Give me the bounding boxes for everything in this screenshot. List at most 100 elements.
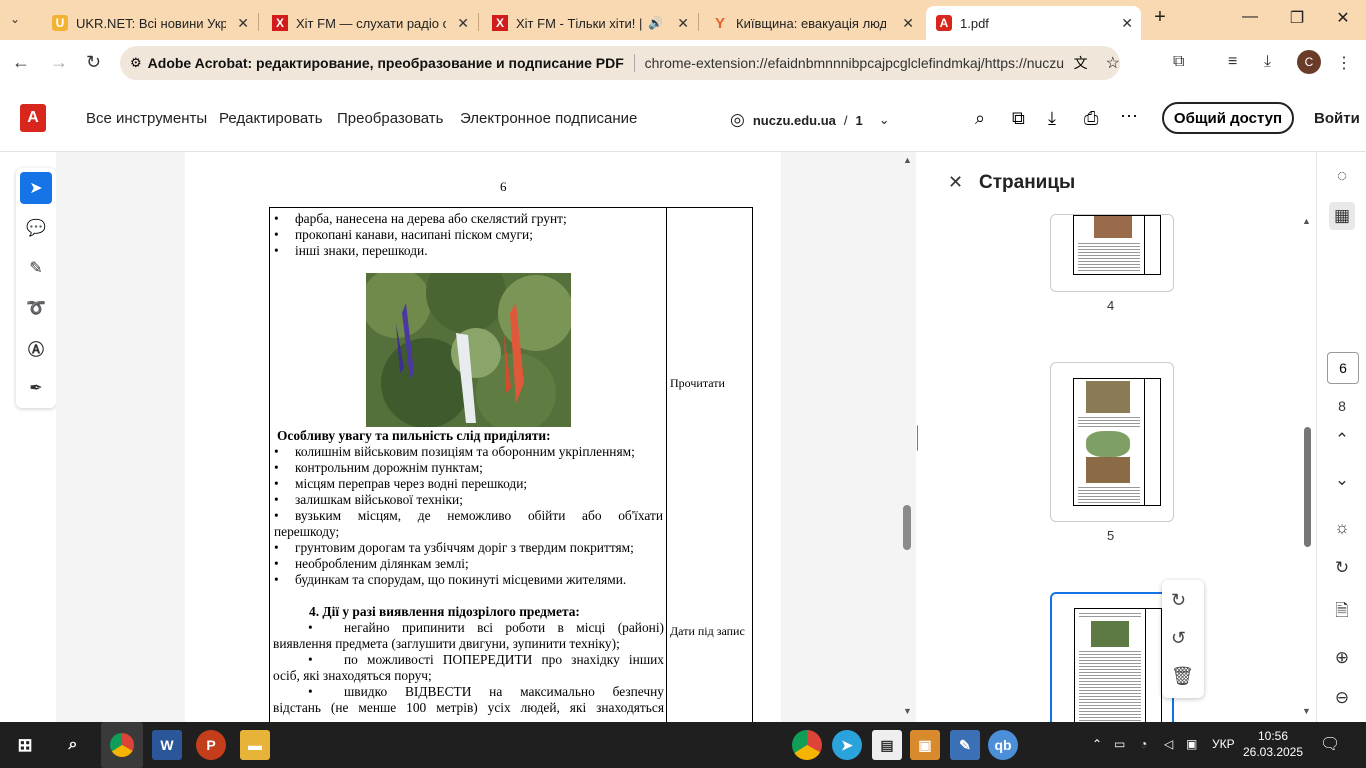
acrobat-logo-icon[interactable]: A <box>20 104 46 132</box>
panel-scrollbar[interactable] <box>1302 215 1312 715</box>
download-icon[interactable]: ⤓ <box>1048 108 1056 129</box>
list-item: необробленим ділянкам землі; <box>295 556 469 571</box>
translate-icon[interactable]: 文 <box>1074 53 1088 73</box>
close-panel-icon[interactable]: ✕ <box>948 172 963 193</box>
pinned-chrome-icon[interactable] <box>792 730 822 760</box>
audio-playing-icon[interactable]: 🔊 <box>648 16 663 30</box>
text-box-icon[interactable]: Ⓐ <box>20 332 52 364</box>
tab-search-chevron-icon[interactable]: ⌄ <box>10 12 20 26</box>
url-text[interactable]: chrome-extension://efaidnbmnnnibpcajpcgl… <box>645 55 1064 71</box>
system-clock[interactable]: 10:56 26.03.2025 <box>1240 728 1306 760</box>
tab-title: Хіт FM — слухати радіо онл <box>296 15 446 31</box>
scroll-down-arrow-icon[interactable]: ▼ <box>903 706 912 716</box>
comment-icon[interactable]: 💬 <box>20 212 52 244</box>
zoom-out-icon[interactable]: ⊖ <box>1329 688 1355 708</box>
windows-start-icon[interactable]: ⊞ <box>10 730 40 760</box>
taskbar-file-explorer-icon[interactable]: ▬ <box>240 730 270 760</box>
taskbar-powerpoint-icon[interactable]: P <box>196 730 226 760</box>
notepad-icon[interactable]: ▤ <box>872 730 902 760</box>
profile-avatar[interactable]: C <box>1297 50 1321 74</box>
rotate-counterclockwise-icon[interactable]: ↺ <box>1171 628 1186 649</box>
notifications-icon[interactable]: 🗨 <box>1320 734 1340 754</box>
close-window-button[interactable]: ✕ <box>1331 8 1355 28</box>
tab-close-icon[interactable]: ✕ <box>237 15 249 32</box>
volume-icon[interactable]: ◁ <box>1164 737 1173 751</box>
network-icon[interactable]: ▣ <box>1186 737 1197 751</box>
current-page-box[interactable]: 6 <box>1327 352 1359 384</box>
sign-icon[interactable]: ✒ <box>20 372 52 404</box>
search-icon[interactable]: ⌕ <box>975 108 985 129</box>
tray-chevron-icon[interactable]: ⌃ <box>1092 737 1102 751</box>
media-control-icon[interactable]: ≡ <box>1228 53 1237 71</box>
forward-arrow-icon[interactable]: → <box>50 52 68 73</box>
taskbar-word-icon[interactable]: W <box>152 730 182 760</box>
document-scrollbar[interactable] <box>903 160 913 715</box>
rotate-clockwise-icon[interactable]: ↻ <box>1171 590 1186 611</box>
menu-e-sign[interactable]: Электронное подписание <box>460 110 637 127</box>
panel-scroll-thumb[interactable] <box>1304 427 1311 547</box>
next-page-chevron-icon[interactable]: ⌄ <box>1329 470 1355 490</box>
more-options-icon[interactable]: ⋯ <box>1120 106 1138 127</box>
page-view-icon[interactable]: ⧉ <box>1012 108 1025 129</box>
extensions-icon[interactable]: ⧉ <box>1173 53 1184 71</box>
bullet: • <box>274 572 279 587</box>
back-arrow-icon[interactable]: ← <box>12 52 30 73</box>
wifi-icon[interactable]: ◔ <box>1140 737 1147 751</box>
taskbar-search-icon[interactable]: ⌕ <box>58 730 88 760</box>
tab-close-icon[interactable]: ✕ <box>677 15 689 32</box>
highlight-pen-icon[interactable]: ✎ <box>20 252 52 284</box>
tab-hitfm-radio[interactable]: X Хіт FM — слухати радіо онл ✕ <box>262 6 477 40</box>
tab-hitfm-hits[interactable]: X Хіт FM - Тільки хіти! | Хі 🔊 ✕ <box>482 6 697 40</box>
share-button[interactable]: Общий доступ <box>1162 102 1294 134</box>
program-icon[interactable]: ✎ <box>950 730 980 760</box>
taskbar-chrome[interactable] <box>101 722 143 768</box>
tab-close-icon[interactable]: ✕ <box>902 15 914 32</box>
bookmark-star-icon[interactable]: ☆ <box>1106 53 1120 73</box>
tab-close-icon[interactable]: ✕ <box>1121 15 1133 32</box>
refresh-icon[interactable]: ↻ <box>1329 558 1355 578</box>
downloads-icon[interactable]: ⤓ <box>1264 53 1271 71</box>
select-cursor-icon[interactable]: ➤ <box>20 172 52 204</box>
ai-assistant-icon[interactable]: ◌ <box>1329 166 1355 186</box>
tab-pdf-active[interactable]: A 1.pdf ✕ <box>926 6 1141 40</box>
photo-viewer-icon[interactable]: ▣ <box>910 730 940 760</box>
tab-ukrnet[interactable]: U UKR.NET: Всі новини Україн ✕ <box>42 6 257 40</box>
draw-lasso-icon[interactable]: ➰ <box>20 292 52 324</box>
document-viewport[interactable]: 6 • фарба, нанесена на дерева або скеляс… <box>56 152 916 722</box>
thumbnail-page-5[interactable] <box>1050 362 1174 522</box>
previous-page-chevron-icon[interactable]: ⌃ <box>1329 430 1355 450</box>
chevron-down-icon[interactable]: ⌄ <box>879 112 890 128</box>
tab-kyivshchyna[interactable]: Y Київщина: евакуація людей ✕ <box>702 6 922 40</box>
language-indicator[interactable]: УКР <box>1212 737 1235 751</box>
qbittorrent-icon[interactable]: qb <box>988 730 1018 760</box>
page-thumbnails-icon[interactable]: ▦ <box>1329 202 1355 230</box>
menu-convert[interactable]: Преобразовать <box>337 110 443 127</box>
list-item-continuation: перешкоду; <box>274 524 340 539</box>
telegram-icon[interactable]: ➤ <box>832 730 862 760</box>
restore-button[interactable]: ❐ <box>1285 8 1309 28</box>
address-bar[interactable]: ⚙ Adobe Acrobat: редактирование, преобра… <box>120 46 1120 80</box>
host-name: nuczu.edu.ua <box>752 112 836 128</box>
site-info-icon[interactable]: ⚙ <box>130 55 142 71</box>
document-page-icon[interactable]: 🗎 <box>1329 598 1355 627</box>
reload-icon[interactable]: ↻ <box>86 52 101 73</box>
document-scroll-thumb[interactable] <box>903 505 911 550</box>
print-icon[interactable]: ⎙ <box>1084 108 1098 129</box>
paragraph-line: негайно припинити всі роботи в місці (ра… <box>344 620 664 635</box>
menu-all-tools[interactable]: Все инструменты <box>86 110 207 127</box>
thumbnail-image <box>1073 215 1161 275</box>
thumbnail-page-4[interactable] <box>1050 214 1174 292</box>
browser-menu-icon[interactable]: ⋮ <box>1336 53 1352 73</box>
zoom-in-icon[interactable]: ⊕ <box>1329 648 1355 668</box>
minimize-button[interactable]: — <box>1238 8 1262 26</box>
delete-trash-icon[interactable]: 🗑 <box>1171 666 1194 687</box>
paragraph-line: відстань (не менше 100 метрів) усіх люде… <box>273 700 664 715</box>
battery-icon[interactable]: ▭ <box>1114 737 1125 751</box>
menu-edit[interactable]: Редактировать <box>219 110 323 127</box>
sign-in-link[interactable]: Войти <box>1314 110 1360 127</box>
thumbnail-page-6[interactable] <box>1050 592 1174 732</box>
panel-scroll-down-icon[interactable]: ▼ <box>1302 706 1311 716</box>
tab-close-icon[interactable]: ✕ <box>457 15 469 32</box>
brightness-icon[interactable]: ☼ <box>1329 518 1355 538</box>
new-tab-button[interactable]: + <box>1148 6 1172 29</box>
